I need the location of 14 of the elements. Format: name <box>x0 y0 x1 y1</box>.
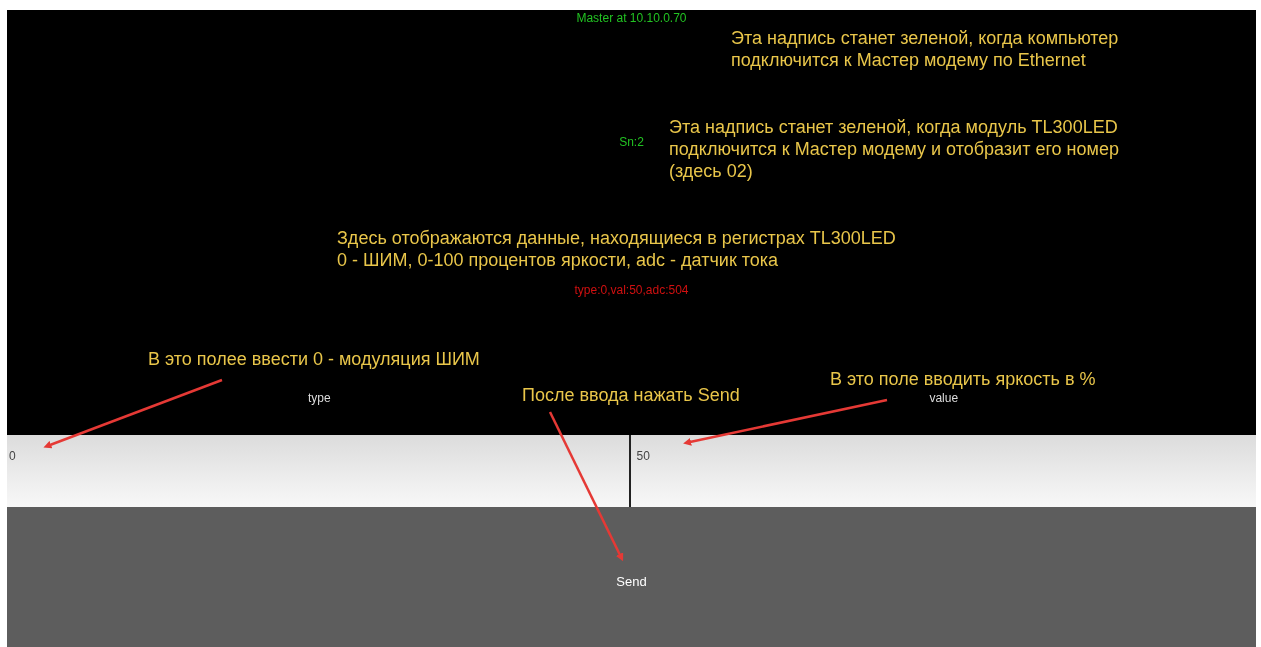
annotation-text: После ввода нажать Send <box>522 384 740 406</box>
field-label: value <box>929 390 959 407</box>
annotation-text: Эта надпись станет зеленой, когда компьютер подключится к Мастер модему по Ethernet <box>731 27 1119 71</box>
send-button[interactable]: Send <box>7 507 1256 647</box>
type-input-field[interactable]: 0 <box>7 435 629 507</box>
annotation-text: Здесь отображаются данные, находящиеся в регистрах TL300LED 0 - ШИМ, 0-100 процентов яркости, adc - датчик тока <box>337 227 896 271</box>
annotation-text: Эта надпись станет зеленой, когда модуль TL300LED подключится к Мастер модему и отобразит его номер (здесь 02) <box>669 116 1119 182</box>
module-status: Sn:2 <box>619 135 644 149</box>
value-input-field[interactable]: 50 <box>630 435 1256 507</box>
annotation-text: В это поле вводить яркость в % <box>830 368 1096 390</box>
field-label: type <box>307 390 331 407</box>
annotation-text: В это полее ввести 0 - модуляция ШИМ <box>148 348 480 370</box>
master-status: Master at 10.10.0.70 <box>576 11 687 25</box>
register-data: type:0,val:50,adc:504 <box>574 283 689 297</box>
